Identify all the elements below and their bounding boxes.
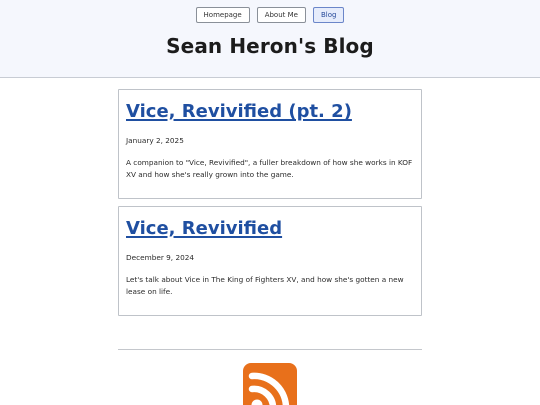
- nav-homepage-button[interactable]: Homepage: [195, 7, 250, 23]
- post-excerpt: Let's talk about Vice in The King of Fig…: [126, 275, 404, 296]
- post-excerpt: A companion to "Vice, Revivified", a ful…: [126, 158, 413, 179]
- rss-feed-icon: [243, 363, 297, 405]
- post-date: January 2, 2025: [126, 136, 184, 145]
- post-title-link[interactable]: Vice, Revivified: [126, 218, 414, 239]
- rss-feed-link[interactable]: [243, 363, 297, 405]
- nav-blog-button[interactable]: Blog: [312, 7, 345, 23]
- site-header: Homepage About Me Blog Sean Heron's Blog: [0, 0, 540, 78]
- post-date: December 9, 2024: [126, 253, 195, 262]
- post-card: Vice, Revivified (pt. 2) January 2, 2025…: [118, 89, 422, 199]
- footer-divider: [118, 349, 422, 350]
- site-title: Sean Heron's Blog: [166, 34, 374, 58]
- top-nav: Homepage About Me Blog: [0, 7, 540, 23]
- post-title-link[interactable]: Vice, Revivified (pt. 2): [126, 101, 414, 122]
- nav-about-me-button[interactable]: About Me: [256, 7, 306, 23]
- post-card: Vice, Revivified December 9, 2024 Let's …: [118, 206, 422, 316]
